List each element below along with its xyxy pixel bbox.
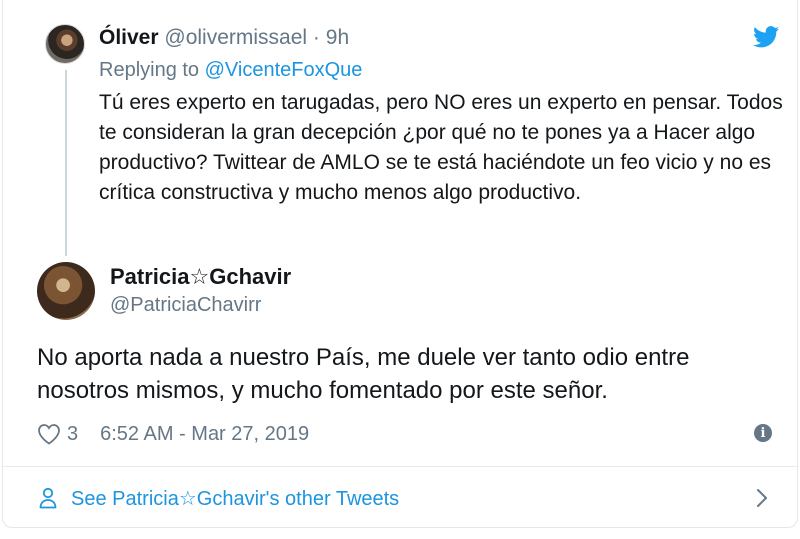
author-handle[interactable]: @PatriciaChavirr — [110, 294, 261, 317]
user-icon — [39, 487, 57, 509]
author-name[interactable]: Patricia☆Gchavir — [110, 264, 291, 290]
parent-author-handle[interactable]: @olivermissael — [164, 26, 307, 49]
tweet-meta: 3 6:52 AM - Mar 27, 2019 — [37, 420, 309, 448]
see-other-tweets-label[interactable]: See Patricia☆Gchavir's other Tweets — [71, 486, 399, 511]
see-other-tweets-link[interactable]: See Patricia☆Gchavir's other Tweets — [3, 467, 797, 527]
replying-to-mention[interactable]: @VicenteFoxQue — [205, 59, 363, 81]
tweet-timestamp[interactable]: 6:52 AM - Mar 27, 2019 — [100, 423, 309, 446]
chevron-right-icon[interactable] — [755, 487, 769, 509]
parent-timestamp[interactable]: 9h — [326, 26, 349, 49]
thread-line — [65, 70, 67, 256]
like-count[interactable]: 3 — [67, 423, 78, 446]
embedded-tweet-card: Óliver @olivermissael · 9h Replying to @… — [2, 0, 798, 528]
parent-avatar[interactable] — [45, 24, 85, 64]
parent-author-name[interactable]: Óliver — [99, 26, 159, 49]
heart-icon[interactable] — [37, 423, 61, 445]
author-avatar[interactable] — [37, 262, 95, 320]
parent-tweet-header: Óliver @olivermissael · 9h — [99, 26, 349, 50]
tweet-text: No aporta nada a nuestro País, me duele … — [37, 344, 690, 404]
replying-to-label: Replying to — [99, 59, 200, 81]
parent-separator: · — [312, 26, 320, 49]
parent-tweet[interactable]: Óliver @olivermissael · 9h Replying to @… — [3, 0, 797, 256]
twitter-bird-icon[interactable] — [753, 26, 779, 48]
parent-tweet-text: Tú eres experto en tarugadas, pero NO er… — [99, 91, 783, 204]
info-icon[interactable]: i — [754, 424, 772, 442]
replying-to: Replying to @VicenteFoxQue — [99, 59, 362, 82]
